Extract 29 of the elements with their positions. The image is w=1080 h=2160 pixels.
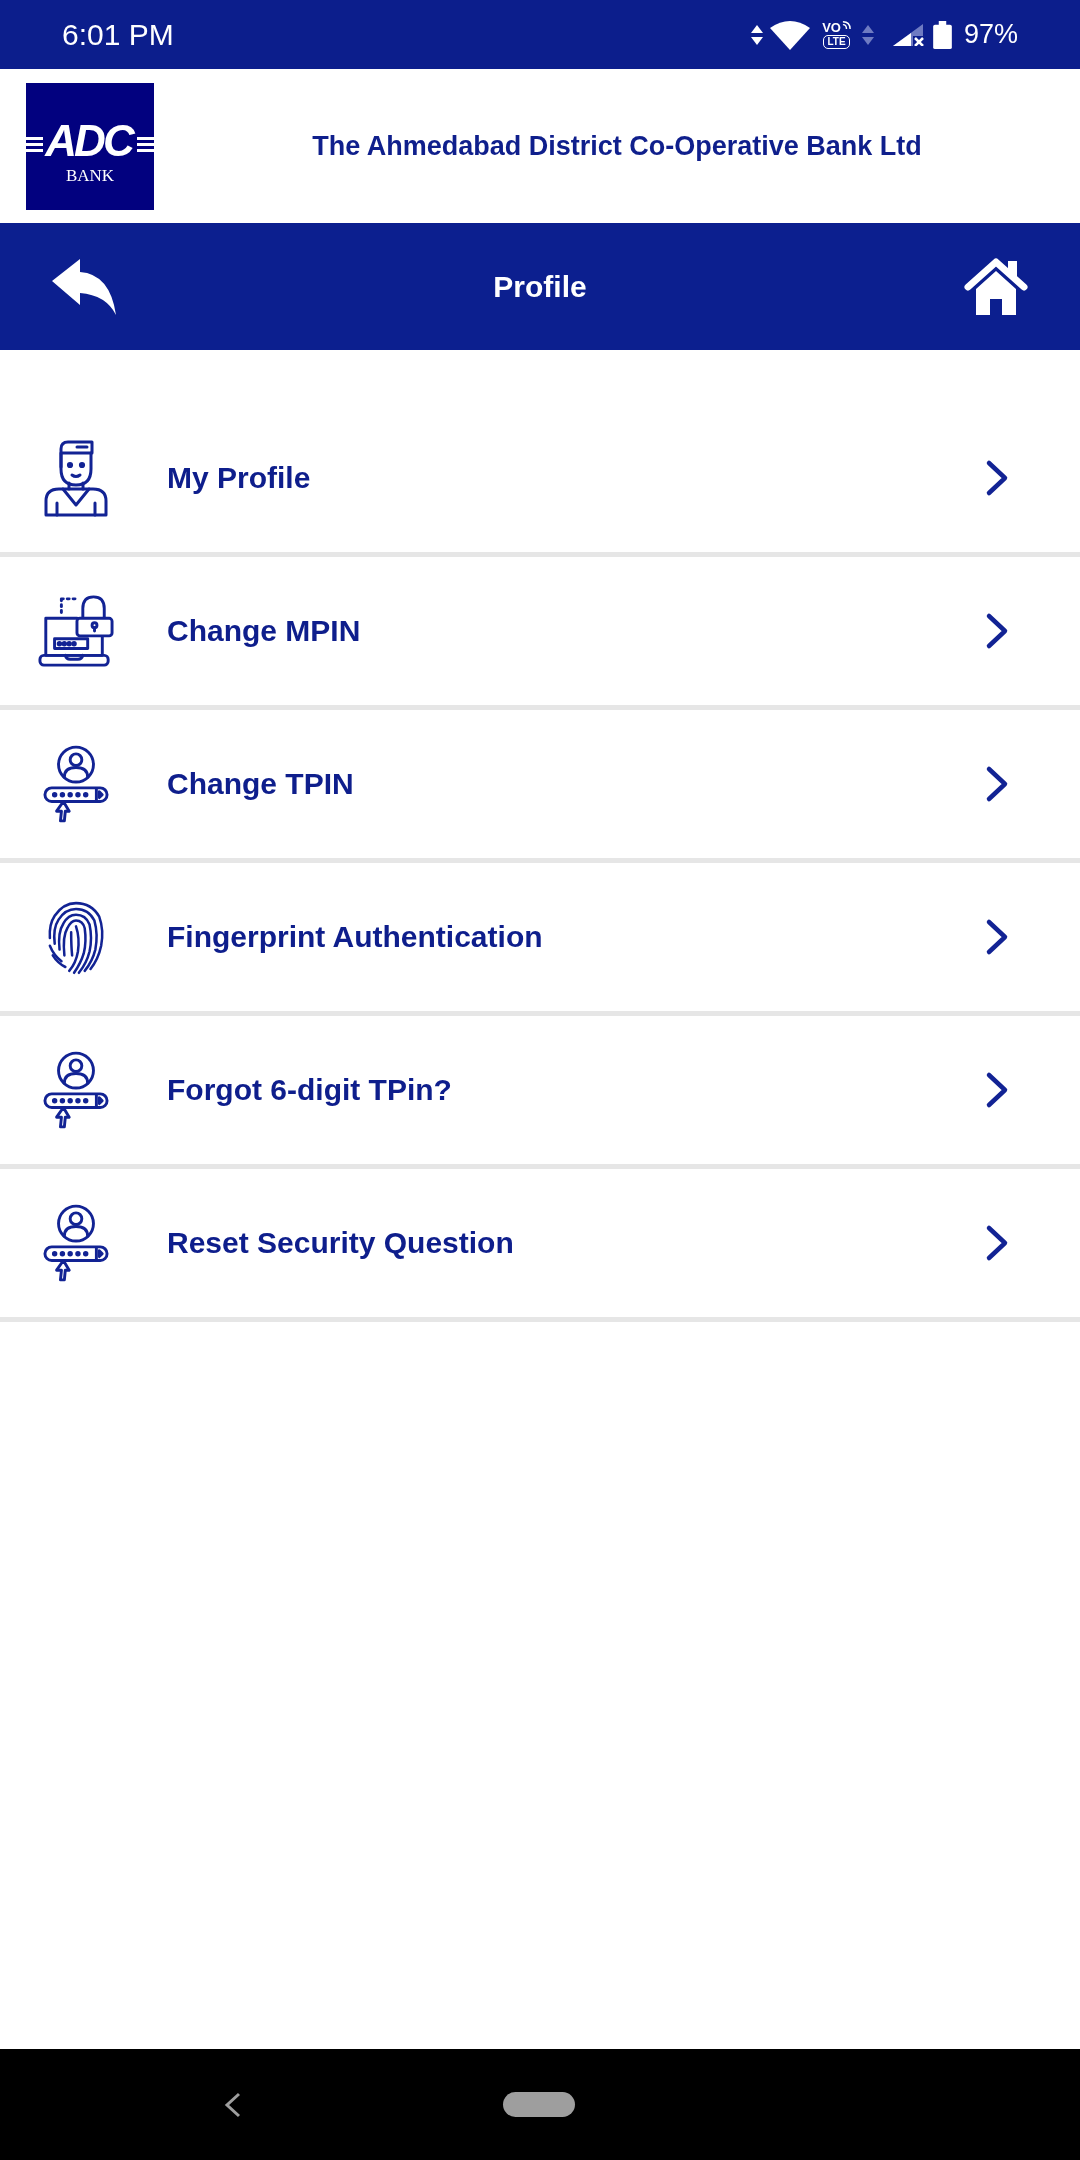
chevron-right-icon: [985, 612, 1009, 650]
user-pin-field-icon: [43, 745, 109, 823]
wifi-icon: [770, 19, 811, 50]
back-icon[interactable]: [224, 2091, 241, 2118]
battery-icon: [932, 20, 952, 49]
back-icon[interactable]: [52, 256, 116, 317]
volte-label: VO: [822, 20, 841, 34]
status-time: 6:01 PM: [62, 19, 174, 50]
logo-letters: ADC: [45, 118, 134, 163]
chevron-right-icon: [985, 918, 1009, 956]
logo-caption: BANK: [65, 166, 115, 184]
person-icon: [43, 439, 109, 517]
page-title: Profile: [493, 269, 587, 304]
chevron-right-icon: [985, 1224, 1009, 1262]
chevron-right-icon: [985, 765, 1009, 803]
laptop-lock-icon: [38, 592, 114, 670]
user-pin-field-icon: [43, 1051, 109, 1129]
battery-percent: 97%: [963, 21, 1018, 48]
bank-name: The Ahmedabad District Co-Operative Bank Ltd: [311, 130, 923, 162]
signal-waves-icon: [841, 20, 851, 30]
data-arrows-icon: [751, 24, 764, 45]
chevron-right-icon: [985, 1071, 1009, 1109]
chevron-right-icon: [985, 459, 1009, 497]
home-pill[interactable]: [503, 2092, 575, 2117]
mobile-data-arrows-icon: [861, 24, 874, 45]
signal-x-icon: [892, 23, 925, 46]
lte-badge: LTE: [823, 34, 850, 49]
user-pin-field-icon: [43, 1204, 109, 1282]
home-icon[interactable]: [964, 256, 1028, 317]
